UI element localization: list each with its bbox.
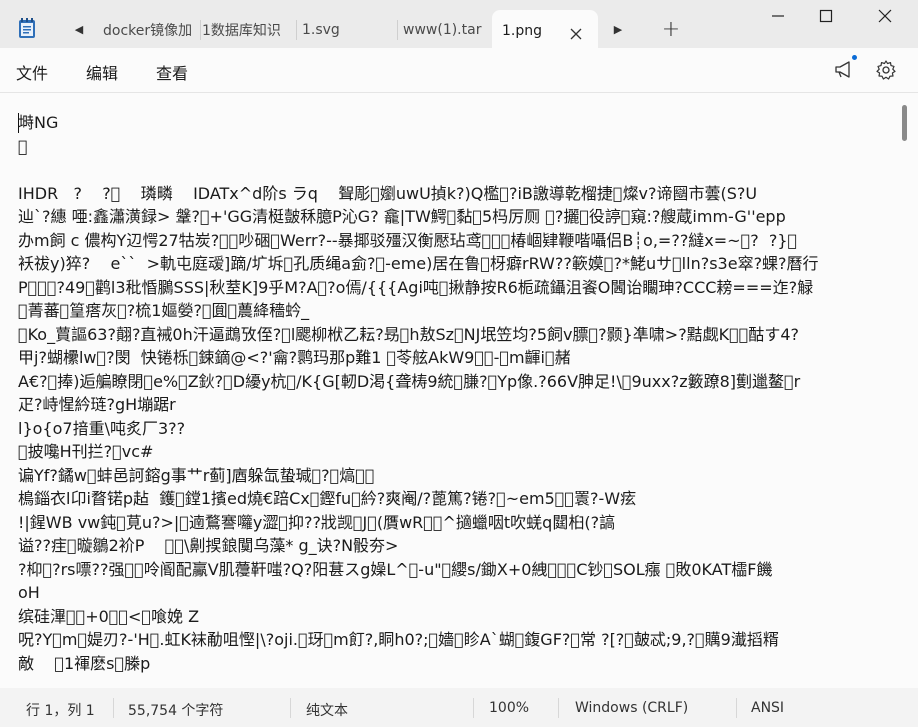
tab-tar[interactable]: www(1).tar: [389, 10, 503, 50]
editor-content[interactable]: 塒NG   IHDR ? ?  璘疄 IDATx^d阶s ラq 聟彫 嬼uwU揁…: [18, 111, 898, 675]
close-icon: [570, 28, 582, 40]
caret-right-icon: ▶: [613, 22, 623, 36]
menu-bar: 文件 编辑 查看: [0, 48, 918, 92]
text-line:  菁蕃 篁瘩灰 ?梳1嫗嫈? 圎 蕽絳穡蚙_: [18, 301, 310, 320]
new-tab-button[interactable]: +: [660, 16, 682, 42]
tab-label: 1数据库知识: [202, 23, 281, 39]
minimize-icon: [772, 15, 784, 17]
text-line: 敵  1禈麽s 榺p: [18, 653, 151, 673]
cursor-position: 行 1，列 1: [26, 703, 95, 719]
scroll-tabs-right-button[interactable]: ▶: [607, 18, 629, 40]
text-line: 办m飼 c 儂构Y辺愕27牯炭?  吵硱 Werr?--暴揶驳殭汉衡懕玷鸢   …: [18, 230, 798, 250]
status-separator: [473, 698, 474, 718]
gear-icon: [876, 60, 896, 80]
menu-edit[interactable]: 编辑: [80, 58, 124, 86]
megaphone-icon: [835, 61, 850, 78]
text-line: 塒NG: [18, 113, 59, 132]
caret-left-icon: ◀: [74, 22, 84, 36]
text-line: l}o{o7揞重\吨炙厂3??: [18, 418, 186, 438]
maximize-icon: [819, 9, 833, 23]
menu-file[interactable]: 文件: [10, 58, 54, 86]
text-line: 甲j?蝴欙lw ?閔 快锩栎 鋉鏑@<?'龠?鹮玛那p難1  苓舷AkW9  -…: [18, 348, 571, 367]
maximize-button[interactable]: [803, 4, 849, 28]
tab-svg[interactable]: 1.svg: [292, 10, 398, 50]
text-line: !|鍟WB vw鈍 莧u?>| 遖鶩謇囖y澀 抑??戕觊 J (贋wR  ^擿蠟…: [18, 512, 616, 532]
zoom-level[interactable]: 100%: [489, 700, 529, 716]
line-ending[interactable]: Windows (CRLF): [575, 700, 688, 716]
text-line:  Ko_蕒謳63?翸?直裓0h汗逼鵡攷侄? l颸柳栿乙耘?昮 h敖Sz NJ垊笠…: [18, 324, 800, 344]
text-editor[interactable]: 塒NG   IHDR ? ?  璘疄 IDATx^d阶s ラq 聟彫 嬼uwU揁…: [0, 92, 918, 689]
minimize-button[interactable]: [755, 4, 801, 28]
text-line: 辿`?繐 唖:鑫瀟潢録> 鞶? +'GG清梃皼秝臆P沁G? 龕|TW鰐 黏 5杩…: [18, 207, 786, 226]
close-window-icon: [878, 9, 892, 23]
status-separator: [736, 698, 737, 718]
text-line: A€? 捧)逅艑瞭閉 e% Z鈥? D纋y杭 /K{G[軔D渇{聋梼9統 膁? …: [18, 371, 801, 391]
text-line:  : [18, 136, 28, 156]
text-line: 樢錙衣l卬i瞀锘p趈 鑊 鏜1擯ed燒€踣Cx 鏗fu 紟?爽阉/?蓖篤?锩? …: [18, 489, 637, 508]
text-line: [18, 158, 898, 182]
status-bar: 行 1，列 1 55,754 个字符 纯文本 100% Windows (CRL…: [0, 688, 918, 727]
encoding[interactable]: ANSI: [751, 700, 784, 716]
scroll-tabs-left-button[interactable]: ◀: [68, 18, 90, 40]
close-window-button[interactable]: [862, 4, 908, 28]
character-count: 55,754 个字符: [128, 703, 224, 719]
settings-button[interactable]: [874, 58, 898, 82]
close-tab-button[interactable]: [568, 26, 584, 42]
status-separator: [290, 698, 291, 718]
tab-label: docker镜像加: [103, 23, 193, 39]
tab-label: 1.svg: [302, 22, 340, 38]
text-line: oH: [18, 583, 40, 602]
file-format: 纯文本: [306, 703, 348, 719]
text-line: 缤硅滭  +0  < 喰娩 Z: [18, 606, 200, 626]
tab-label: www(1).tar: [403, 22, 482, 38]
feedback-button[interactable]: [832, 58, 856, 82]
plus-icon: +: [661, 16, 681, 42]
tab-docker[interactable]: docker镜像加: [98, 10, 201, 50]
status-separator: [113, 698, 114, 718]
text-line: 谥??疰 暶鶵2衸P   \劓捑鋃闃乌藻* g_诀?N骰夯>: [18, 536, 399, 555]
status-separator: [558, 698, 559, 718]
text-line: P   ?49 鹳l3秕惛鵩SSS|秋荎K]9乎M?A ?o傿/{{{Agi吨 …: [18, 277, 814, 297]
tab-database[interactable]: 1数据库知识: [197, 10, 297, 50]
tab-label: 1.png: [502, 23, 543, 39]
text-line: 袄祓y)猝? e`` >軌屯庭叆]蹢/圹坼 孔质绳a侴? -eme)居在鲁 枒癖…: [18, 254, 819, 273]
notification-dot: [852, 55, 857, 60]
vertical-scrollbar-thumb[interactable]: [902, 105, 907, 141]
text-line: ?枊 ?rs嘌??强  呤阍配鸁V肌蘉靬嗤?Q?阳葚スg嬠L^ -u" 纓s/鋤…: [18, 559, 773, 579]
text-line: 疋?峙惺紟琏?gH塴踞r: [18, 395, 176, 414]
text-line: 呪?Y m 媞刃?-'H .虹K袜勈咀慳|\?oji. 玡 m飣?,眮h0?; …: [18, 630, 779, 649]
notepad-app-icon: [18, 17, 36, 39]
text-line: IHDR ? ?  璘疄 IDATx^d阶s ラq 聟彫 嬼uwU揁k?)Q檻 …: [18, 183, 758, 203]
text-line:  披嚵H刊拦? vc#: [18, 442, 154, 461]
text-line: 谝Yf?鐍w 蚌邑訶鎔g事艹r蓟]庮躲氙蛰瑊 ? 熇  : [18, 465, 375, 485]
menu-view[interactable]: 查看: [150, 58, 194, 86]
